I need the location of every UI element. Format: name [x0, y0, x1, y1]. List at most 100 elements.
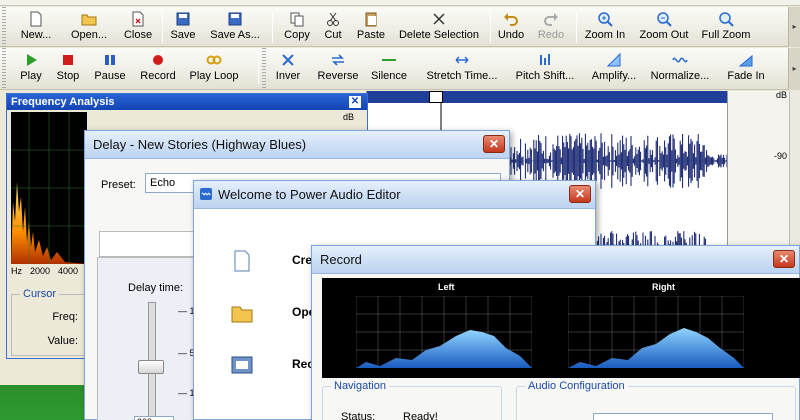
amplify-label: Amplify... [591, 70, 637, 82]
welcome-open-item[interactable]: Ope [230, 301, 315, 325]
redo-button[interactable]: Redo [534, 7, 568, 47]
fade-in-button[interactable]: Fade In [724, 48, 768, 88]
audio-device-dropdown[interactable] [593, 413, 773, 420]
normalize-button[interactable]: Normalize... [650, 48, 710, 88]
amplify-button[interactable]: Amplify... [588, 48, 640, 88]
save-as-disk-icon [228, 12, 242, 26]
zoom-in-button[interactable]: Zoom In [582, 7, 628, 47]
new-button[interactable]: New... [14, 7, 58, 47]
full-zoom-button[interactable]: Full Zoom [700, 7, 752, 47]
stretch-time-icon [455, 56, 469, 64]
zoom-out-label: Zoom Out [639, 29, 689, 41]
frequency-tick-4000: 4000 [58, 266, 79, 276]
cursor-group: Cursor Freq: Value: [11, 288, 91, 356]
delay-time-input[interactable]: 200 [134, 416, 174, 420]
undo-icon [504, 13, 518, 26]
open-folder-icon [81, 14, 97, 26]
invert-label: Inver [275, 70, 301, 82]
menu-bar[interactable] [0, 0, 800, 6]
stop-label: Stop [56, 70, 80, 82]
cursor-legend: Cursor [20, 288, 60, 300]
cursor-freq-label: Freq: [52, 311, 78, 323]
pause-button[interactable]: Pause [90, 48, 130, 88]
pitch-shift-label: Pitch Shift... [515, 70, 575, 82]
play-loop-label: Play Loop [189, 70, 239, 82]
copy-label: Copy [284, 29, 310, 41]
delete-icon [433, 13, 445, 25]
preset-label: Preset: [101, 179, 136, 191]
reverse-label: Reverse [317, 70, 359, 82]
record-film-icon [231, 356, 253, 374]
frequency-tick-2000: 2000 [30, 266, 51, 276]
redo-label: Redo [537, 29, 565, 41]
invert-icon [282, 54, 294, 66]
close-button[interactable]: Close [118, 7, 158, 47]
timeline-ruler[interactable] [367, 91, 727, 103]
pause-icon [105, 55, 115, 65]
save-as-label: Save As... [210, 29, 260, 41]
save-disk-icon [176, 12, 190, 26]
stop-button[interactable]: Stop [52, 48, 84, 88]
toolbar-grip[interactable] [2, 7, 6, 47]
frequency-analysis-titlebar[interactable]: Frequency Analysis ✕ [7, 94, 367, 110]
welcome-dialog-close-button[interactable]: ✕ [569, 185, 591, 203]
right-level-meter [568, 296, 744, 368]
navigation-group: Navigation Status: Ready! [322, 380, 502, 420]
pitch-shift-button[interactable]: Pitch Shift... [512, 48, 578, 88]
toolbar3-grip[interactable] [262, 48, 266, 88]
record-dialog-title: Record [320, 252, 362, 267]
toolbar-transport-effects: Play Stop Pause Record Play Loop Inver R… [0, 48, 800, 90]
delay-dialog-close-button[interactable]: ✕ [483, 135, 505, 153]
right-meter-label: Right [652, 282, 675, 292]
reverse-icon [332, 54, 344, 66]
toolbar-file-edit: New... Open... Close Save Save As... Cop… [0, 7, 800, 47]
open-button[interactable]: Open... [64, 7, 114, 47]
left-level-meter [356, 296, 532, 368]
audio-configuration-legend: Audio Configuration [525, 380, 628, 392]
stretch-time-button[interactable]: Stretch Time... [424, 48, 500, 88]
toolbar1-overflow-chevron[interactable]: ▸ [788, 7, 800, 47]
welcome-create-label: Cre [292, 253, 313, 267]
frequency-analysis-title: Frequency Analysis [11, 96, 115, 108]
paste-clipboard-icon [365, 12, 377, 27]
record-dialog-close-button[interactable]: ✕ [773, 250, 795, 268]
welcome-dialog-titlebar[interactable]: Welcome to Power Audio Editor ✕ [194, 181, 595, 209]
frequency-db-label: dB [343, 112, 355, 122]
record-button[interactable]: Record [136, 48, 180, 88]
paste-button[interactable]: Paste [352, 7, 390, 47]
frequency-analysis-close-icon[interactable]: ✕ [349, 96, 361, 108]
reverse-button[interactable]: Reverse [314, 48, 362, 88]
delay-time-slider-thumb[interactable] [138, 360, 164, 374]
playhead-marker[interactable] [429, 91, 443, 103]
frequency-axis-unit: Hz [11, 266, 22, 276]
zoom-out-button[interactable]: Zoom Out [636, 7, 692, 47]
silence-button[interactable]: Silence [370, 48, 408, 88]
toolbar2-overflow-chevron[interactable]: ▸ [788, 48, 800, 90]
play-label: Play [20, 70, 42, 82]
full-zoom-icon [719, 12, 734, 27]
pitch-shift-icon [540, 54, 550, 65]
copy-button[interactable]: Copy [278, 7, 316, 47]
cursor-value-label: Value: [47, 335, 78, 347]
play-loop-button[interactable]: Play Loop [186, 48, 242, 88]
welcome-record-item[interactable]: Rec [230, 353, 314, 377]
delete-selection-button[interactable]: Delete Selection [396, 7, 482, 47]
cut-button[interactable]: Cut [318, 7, 348, 47]
invert-button[interactable]: Inver [272, 48, 304, 88]
welcome-create-item[interactable]: Cre [230, 249, 312, 273]
fade-in-label: Fade In [727, 70, 765, 82]
save-button[interactable]: Save [166, 7, 200, 47]
stretch-time-label: Stretch Time... [426, 70, 498, 82]
open-label: Open... [70, 29, 108, 41]
navigation-legend: Navigation [331, 380, 389, 392]
frequency-axis: Hz 2000 4000 [11, 266, 86, 276]
save-as-button[interactable]: Save As... [204, 7, 266, 47]
zoom-out-icon [657, 12, 672, 27]
record-dialog-titlebar[interactable]: Record ✕ [312, 246, 799, 274]
loop-icon [206, 55, 222, 65]
toolbar2-grip[interactable] [2, 48, 6, 88]
delay-dialog-titlebar[interactable]: Delay - New Stories (Highway Blues) ✕ [85, 131, 509, 159]
welcome-dialog-title: Welcome to Power Audio Editor [218, 187, 401, 202]
play-button[interactable]: Play [14, 48, 48, 88]
undo-button[interactable]: Undo [494, 7, 528, 47]
